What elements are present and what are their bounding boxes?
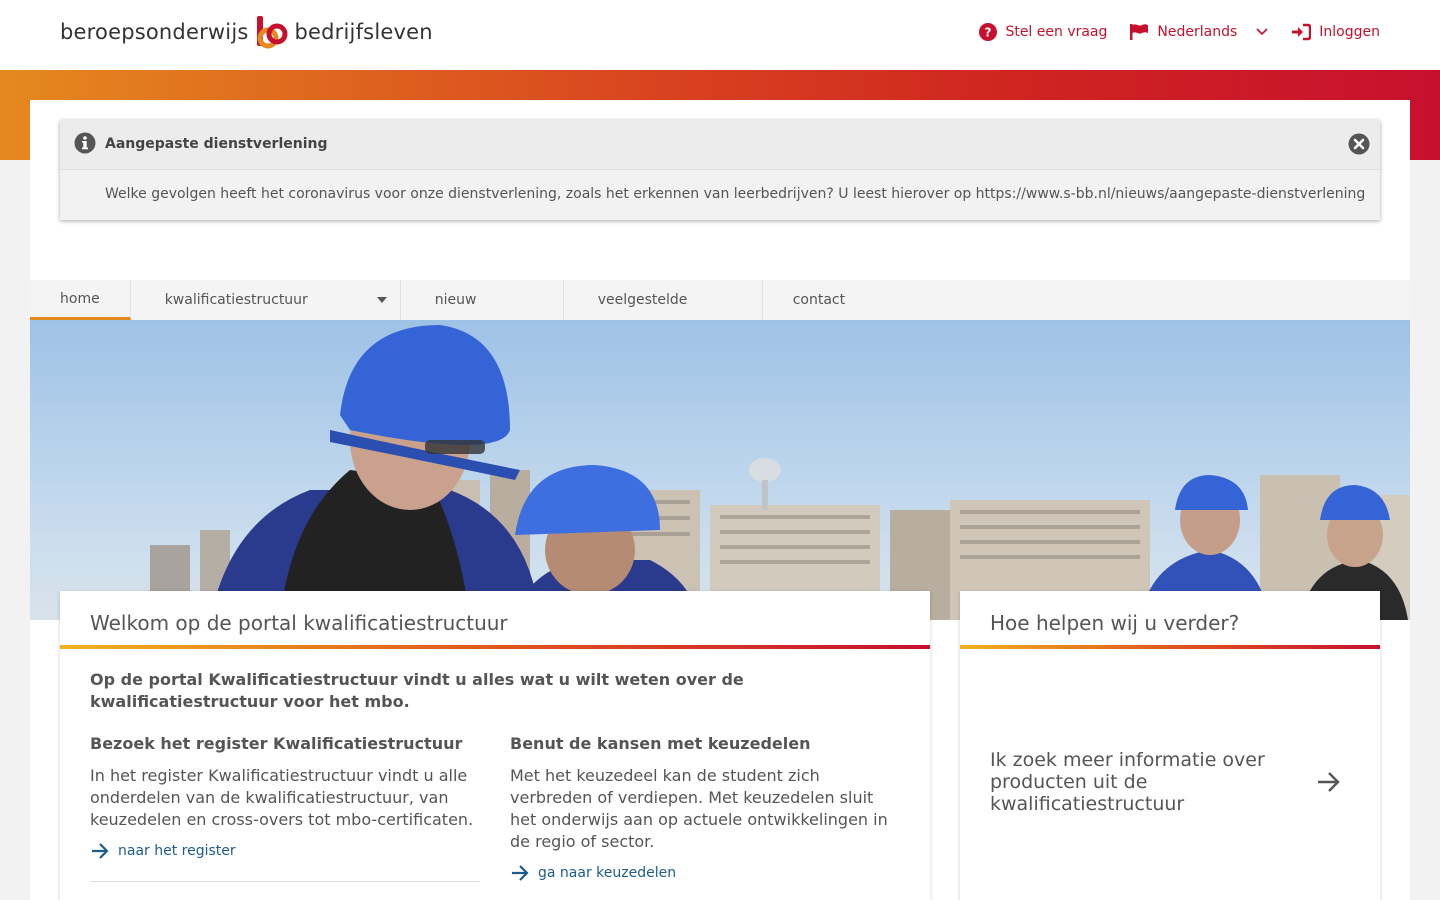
title-underline [960, 645, 1380, 649]
site-header: beroepsonderwijs bedrijfsleven ? Stel ee… [0, 0, 1440, 70]
welcome-card: Welkom op de portal kwalificatiestructuu… [60, 591, 930, 900]
more-info-label: Ik zoek meer informatie over producten u… [990, 749, 1265, 815]
alert-title: Aangepaste dienstverlening [105, 136, 328, 152]
caret-down-icon [376, 297, 387, 303]
help-card: Hoe helpen wij u verder? Ik zoek meer in… [960, 591, 1380, 900]
ask-question-label: Stel een vraag [1005, 24, 1108, 40]
chevron-down-icon [1256, 28, 1268, 36]
site-logo[interactable]: beroepsonderwijs bedrijfsleven [60, 14, 433, 50]
alert-panel: Aangepaste dienstverlening Welke gevolge… [60, 120, 1380, 220]
register-text: In het register Kwalificatiestructuur vi… [90, 766, 474, 829]
welcome-title: Welkom op de portal kwalificatiestructuu… [90, 611, 508, 635]
more-info-link[interactable]: Ik zoek meer informatie over producten u… [990, 749, 1350, 815]
logo-text-right: bedrijfsleven [294, 20, 433, 44]
keuzedelen-text: Met het keuzedeel kan de student zich ve… [510, 766, 888, 851]
main-container: Aangepaste dienstverlening Welke gevolge… [30, 100, 1410, 900]
main-nav: home kwalificatiestructuur nieuw voorste… [30, 280, 1410, 348]
alert-header: Aangepaste dienstverlening [60, 120, 1380, 170]
title-underline [60, 645, 930, 649]
help-title: Hoe helpen wij u verder? [990, 611, 1240, 635]
nav-veelgestelde-vragen[interactable]: veelgestelde vragen [564, 280, 763, 348]
logo-mark-icon [256, 16, 287, 49]
alert-message: Welke gevolgen heeft het coronavirus voo… [105, 186, 1366, 202]
keuzedelen-link[interactable]: ga naar keuzedelen [510, 863, 900, 883]
keuzedelen-link-label: ga naar keuzedelen [538, 865, 677, 881]
welcome-intro: Op de portal Kwalificatiestructuur vindt… [90, 670, 744, 711]
nav-kwalificatiestructuur-label: kwalificatiestructuur [164, 292, 308, 308]
language-select[interactable]: Nederlands [1129, 20, 1269, 44]
column-divider [90, 881, 480, 882]
nav-nieuw-voorstel[interactable]: nieuw voorstel [401, 280, 564, 348]
register-column: Bezoek het register Kwalificatiestructuu… [90, 733, 480, 882]
arrow-right-icon [512, 865, 529, 881]
login-link[interactable]: Inloggen [1291, 20, 1380, 44]
ask-question-link[interactable]: ? Stel een vraag [979, 20, 1107, 44]
hero-illustration [150, 325, 1410, 620]
info-circle-icon [74, 132, 96, 154]
nav-kwalificatiestructuur[interactable]: kwalificatiestructuur [131, 280, 401, 320]
arrow-right-icon [1318, 772, 1340, 792]
language-label: Nederlands [1157, 24, 1238, 40]
register-link-label: naar het register [118, 843, 236, 859]
question-circle-icon: ? [979, 23, 998, 41]
svg-text:?: ? [985, 26, 992, 40]
login-label: Inloggen [1319, 24, 1380, 40]
utility-nav: ? Stel een vraag Nederlands Inloggen [979, 20, 1380, 44]
flag-icon [1130, 24, 1149, 40]
nav-home[interactable]: home [30, 280, 131, 320]
arrow-right-icon [92, 843, 109, 859]
keuzedelen-column: Benut de kansen met keuzedelen Met het k… [510, 733, 900, 900]
sign-in-icon [1292, 23, 1312, 41]
hero-image [30, 320, 1410, 620]
register-heading: Bezoek het register Kwalificatiestructuu… [90, 734, 463, 753]
nav-contact[interactable]: contact [763, 280, 875, 320]
close-circle-icon[interactable] [1348, 133, 1370, 155]
keuzedelen-heading: Benut de kansen met keuzedelen [510, 734, 811, 753]
logo-text-left: beroepsonderwijs [60, 20, 249, 44]
register-link[interactable]: naar het register [90, 841, 480, 861]
